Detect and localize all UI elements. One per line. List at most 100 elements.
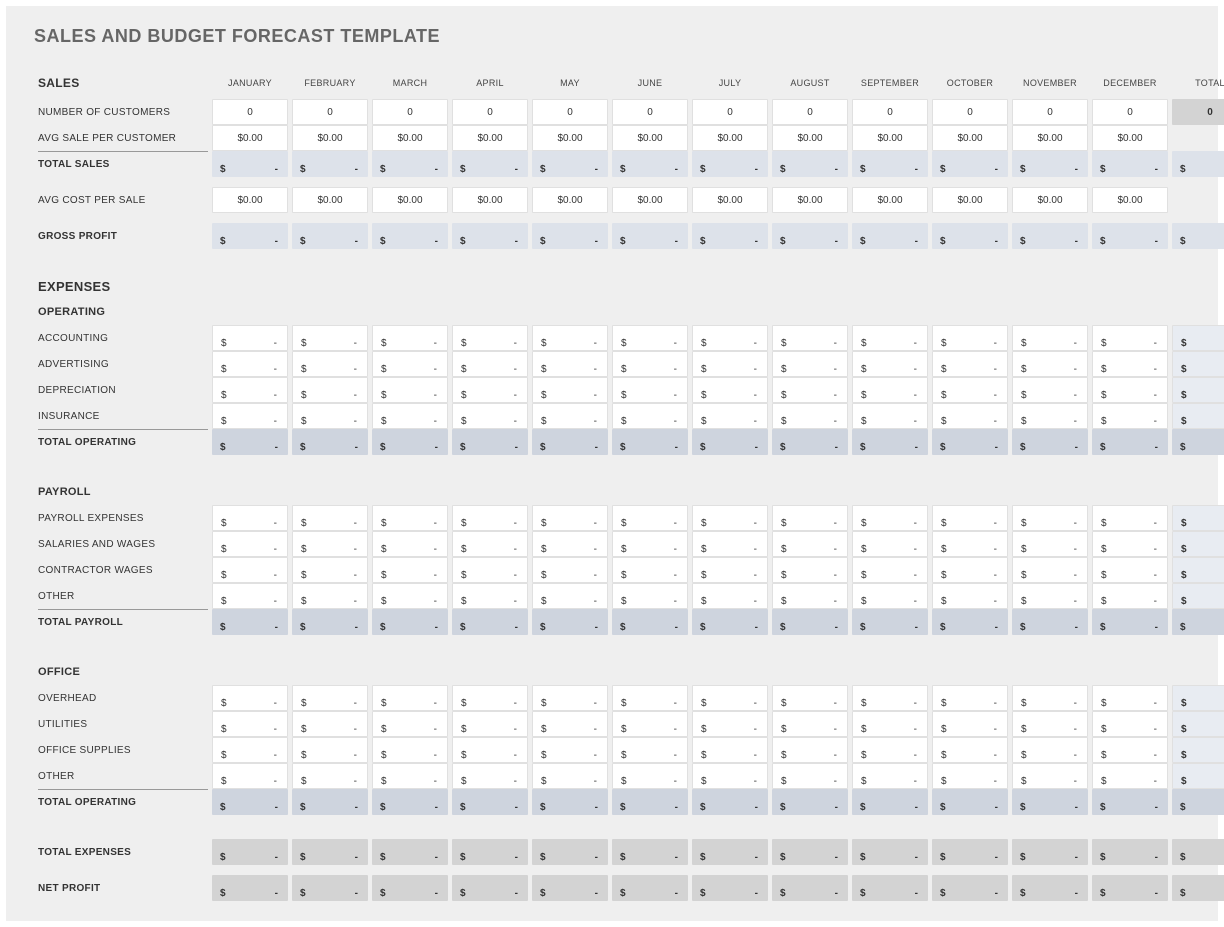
- cell[interactable]: $0.00: [532, 187, 608, 213]
- cell[interactable]: $-: [852, 325, 928, 351]
- cell[interactable]: $-: [772, 685, 848, 711]
- cell[interactable]: $-: [372, 583, 448, 609]
- cell[interactable]: $-: [612, 763, 688, 789]
- cell[interactable]: $-: [1092, 763, 1168, 789]
- cell[interactable]: $-: [212, 403, 288, 429]
- cell[interactable]: $-: [372, 711, 448, 737]
- cell[interactable]: $-: [372, 403, 448, 429]
- cell[interactable]: $0.00: [852, 125, 928, 151]
- cell[interactable]: $-: [692, 325, 768, 351]
- cell[interactable]: $0.00: [372, 125, 448, 151]
- cell[interactable]: $-: [1012, 583, 1088, 609]
- cell[interactable]: $-: [932, 685, 1008, 711]
- cell[interactable]: $-: [1012, 403, 1088, 429]
- cell[interactable]: $-: [532, 557, 608, 583]
- cell[interactable]: $-: [932, 763, 1008, 789]
- cell[interactable]: $-: [212, 685, 288, 711]
- cell[interactable]: $0.00: [372, 187, 448, 213]
- cell[interactable]: $-: [612, 737, 688, 763]
- cell[interactable]: $-: [1012, 711, 1088, 737]
- cell[interactable]: $0.00: [612, 125, 688, 151]
- cell[interactable]: $-: [292, 711, 368, 737]
- cell[interactable]: $-: [852, 711, 928, 737]
- cell[interactable]: 0: [532, 99, 608, 125]
- cell[interactable]: $-: [372, 325, 448, 351]
- cell[interactable]: $0.00: [932, 125, 1008, 151]
- cell[interactable]: $-: [612, 325, 688, 351]
- cell[interactable]: $-: [1092, 505, 1168, 531]
- cell[interactable]: $-: [772, 557, 848, 583]
- cell[interactable]: 0: [772, 99, 848, 125]
- cell[interactable]: $-: [532, 377, 608, 403]
- cell[interactable]: $0.00: [532, 125, 608, 151]
- cell[interactable]: $-: [212, 557, 288, 583]
- cell[interactable]: $-: [532, 685, 608, 711]
- cell[interactable]: $-: [1012, 685, 1088, 711]
- cell[interactable]: $-: [212, 763, 288, 789]
- cell[interactable]: $-: [292, 531, 368, 557]
- cell[interactable]: $-: [1092, 737, 1168, 763]
- cell[interactable]: $-: [1092, 377, 1168, 403]
- cell[interactable]: $0.00: [852, 187, 928, 213]
- cell[interactable]: $-: [772, 377, 848, 403]
- cell[interactable]: 0: [292, 99, 368, 125]
- cell[interactable]: $0.00: [692, 125, 768, 151]
- cell[interactable]: $-: [532, 763, 608, 789]
- cell[interactable]: $-: [452, 711, 528, 737]
- cell[interactable]: $0.00: [1092, 125, 1168, 151]
- cell[interactable]: $-: [1012, 351, 1088, 377]
- cell[interactable]: $-: [532, 505, 608, 531]
- cell[interactable]: $-: [932, 325, 1008, 351]
- cell[interactable]: $-: [532, 737, 608, 763]
- cell[interactable]: $-: [692, 557, 768, 583]
- cell[interactable]: $-: [1012, 531, 1088, 557]
- cell[interactable]: $-: [772, 583, 848, 609]
- cell[interactable]: $-: [932, 505, 1008, 531]
- cell[interactable]: $-: [452, 763, 528, 789]
- cell[interactable]: $-: [372, 377, 448, 403]
- cell[interactable]: $-: [452, 685, 528, 711]
- cell[interactable]: $-: [692, 531, 768, 557]
- cell[interactable]: $-: [612, 685, 688, 711]
- cell[interactable]: $-: [1012, 377, 1088, 403]
- cell[interactable]: $-: [372, 763, 448, 789]
- cell[interactable]: $-: [772, 531, 848, 557]
- cell[interactable]: 0: [372, 99, 448, 125]
- cell[interactable]: $-: [372, 737, 448, 763]
- cell[interactable]: $-: [692, 377, 768, 403]
- cell[interactable]: $-: [532, 403, 608, 429]
- cell[interactable]: $-: [372, 351, 448, 377]
- cell[interactable]: $-: [532, 531, 608, 557]
- cell[interactable]: $-: [372, 685, 448, 711]
- cell[interactable]: $0.00: [772, 125, 848, 151]
- cell[interactable]: $-: [532, 325, 608, 351]
- cell[interactable]: $-: [212, 711, 288, 737]
- cell[interactable]: $-: [532, 351, 608, 377]
- cell[interactable]: $-: [692, 737, 768, 763]
- cell[interactable]: $-: [772, 711, 848, 737]
- cell[interactable]: $0.00: [612, 187, 688, 213]
- cell[interactable]: 0: [1092, 99, 1168, 125]
- cell[interactable]: $-: [692, 763, 768, 789]
- cell[interactable]: $-: [612, 583, 688, 609]
- cell[interactable]: $-: [1092, 583, 1168, 609]
- cell[interactable]: $-: [212, 505, 288, 531]
- cell[interactable]: $-: [1092, 711, 1168, 737]
- cell[interactable]: $-: [372, 505, 448, 531]
- cell[interactable]: $0.00: [292, 187, 368, 213]
- cell[interactable]: $-: [772, 505, 848, 531]
- cell[interactable]: $-: [452, 325, 528, 351]
- cell[interactable]: $-: [212, 377, 288, 403]
- cell[interactable]: $-: [772, 737, 848, 763]
- cell[interactable]: $-: [372, 557, 448, 583]
- cell[interactable]: $-: [292, 351, 368, 377]
- cell[interactable]: $0.00: [692, 187, 768, 213]
- cell[interactable]: $-: [852, 531, 928, 557]
- cell[interactable]: $-: [612, 351, 688, 377]
- cell[interactable]: $-: [932, 403, 1008, 429]
- cell[interactable]: $-: [1012, 737, 1088, 763]
- cell[interactable]: $-: [1012, 325, 1088, 351]
- cell[interactable]: $-: [292, 505, 368, 531]
- cell[interactable]: $-: [932, 351, 1008, 377]
- cell[interactable]: $-: [932, 583, 1008, 609]
